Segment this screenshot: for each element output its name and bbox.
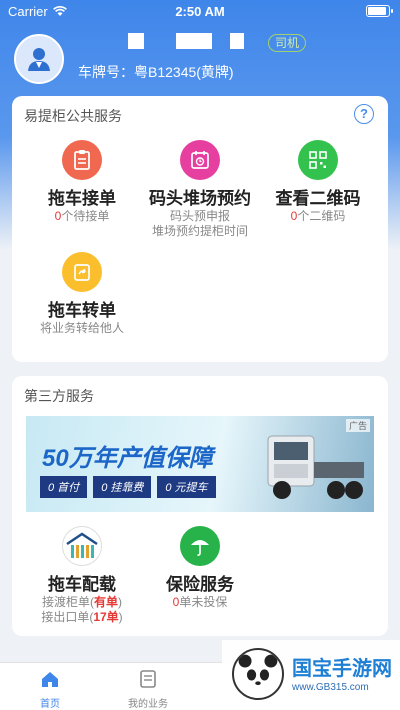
- service-tow-orders[interactable]: 拖车接单 0个待接单: [22, 140, 142, 224]
- service-sub-text: 单未投保: [179, 595, 228, 609]
- qrcode-icon: [298, 140, 338, 180]
- service-name: 拖车转单: [48, 301, 116, 320]
- truck-image: [267, 435, 364, 499]
- service-name: 保险服务: [166, 575, 234, 594]
- home-icon: [42, 672, 58, 687]
- business-list-icon: [140, 670, 156, 688]
- service-sub-line2: 接出口单(17单): [22, 610, 142, 625]
- tab-home[interactable]: 首页: [10, 669, 90, 710]
- warehouse-icon: [62, 526, 102, 566]
- service-sub-line1: 接渡柜单(有单): [22, 595, 142, 610]
- tab-label: 首页: [40, 699, 60, 710]
- card-title: 易提柜公共服务: [24, 108, 122, 124]
- banner-chip: 0 元提车: [157, 476, 216, 498]
- service-terminal-booking[interactable]: 码头堆场预约 码头预申报 堆场预约提柜时间: [140, 140, 260, 239]
- service-sub-text: 个二维码: [297, 209, 346, 223]
- help-icon[interactable]: ?: [354, 104, 374, 124]
- redacted-block: [176, 33, 212, 49]
- redacted-block: [128, 33, 144, 49]
- banner-chip: 0 挂靠费: [93, 476, 152, 498]
- ad-banner[interactable]: 广告 50万年产值保障 0 首付 0 挂靠费 0 元提车: [26, 416, 374, 512]
- redacted-block: [230, 33, 244, 49]
- banner-headline: 50万年产值保障: [42, 445, 213, 472]
- service-name: 拖车接单: [48, 189, 116, 208]
- watermark: 国宝手游网 www.GB315.com: [222, 640, 400, 710]
- watermark-url: www.GB315.com: [292, 682, 369, 693]
- panda-logo-icon: [232, 648, 284, 700]
- sub-text: 接渡柜单(: [41, 595, 94, 609]
- calendar-clock-icon: [180, 140, 220, 180]
- avatar[interactable]: [14, 34, 64, 84]
- redacted-username: [128, 33, 244, 49]
- sub-text: ): [118, 595, 122, 609]
- status-bar: Carrier 2:50 AM: [0, 0, 400, 22]
- service-sub-line1: 码头预申报: [169, 209, 230, 223]
- service-sub-text: 个待接单: [61, 209, 110, 223]
- export-orders-value: 17单: [93, 610, 119, 624]
- service-sub: 0单未投保: [140, 595, 260, 610]
- sub-text: 接出口单(: [41, 610, 94, 624]
- service-tow-loading[interactable]: 拖车配载 接渡柜单(有单) 接出口单(17单): [22, 526, 142, 625]
- service-name: 查看二维码: [275, 189, 361, 208]
- sub-text: ): [118, 610, 123, 624]
- service-qrcode[interactable]: 查看二维码 0个二维码: [258, 140, 378, 224]
- banner-chips: 0 首付 0 挂靠费 0 元提车: [40, 476, 216, 498]
- service-sub: 0个二维码: [258, 209, 378, 224]
- battery-icon: [366, 5, 393, 17]
- role-badge: 司机: [268, 34, 307, 52]
- banner-chip: 0 首付: [40, 476, 88, 498]
- service-sub: 0个待接单: [22, 209, 142, 224]
- battery-fill: [368, 7, 386, 15]
- service-name: 拖车配载: [48, 575, 116, 594]
- service-sub: 将业务转给他人: [39, 321, 124, 335]
- tab-my-business[interactable]: 我的业务: [108, 669, 188, 710]
- watermark-text: 国宝手游网: [292, 658, 392, 680]
- has-orders-value: 有单: [93, 595, 118, 609]
- service-insurance[interactable]: 保险服务 0单未投保: [140, 526, 260, 610]
- service-sub-line2: 堆场预约提柜时间: [151, 224, 248, 238]
- service-name: 码头堆场预约: [149, 189, 251, 208]
- tab-label: 我的业务: [128, 699, 168, 710]
- public-services-card: 易提柜公共服务 ? 拖车接单 0个待接单 码头堆场预约 码头预申报 堆场预约提柜…: [12, 96, 388, 362]
- status-time: 2:50 AM: [175, 4, 225, 19]
- service-transfer[interactable]: 拖车转单 将业务转给他人: [22, 252, 142, 336]
- clipboard-icon: [62, 140, 102, 180]
- driver-avatar-icon: [28, 48, 50, 71]
- card-title: 第三方服务: [24, 388, 94, 404]
- third-party-card: 第三方服务 广告 50万年产值保障 0 首付 0 挂靠费 0 元提车 拖车配载 …: [12, 376, 388, 636]
- umbrella-icon: [180, 526, 220, 566]
- transfer-icon: [62, 252, 102, 292]
- plate-number: 车牌号：粤B12345(黄牌): [78, 64, 234, 80]
